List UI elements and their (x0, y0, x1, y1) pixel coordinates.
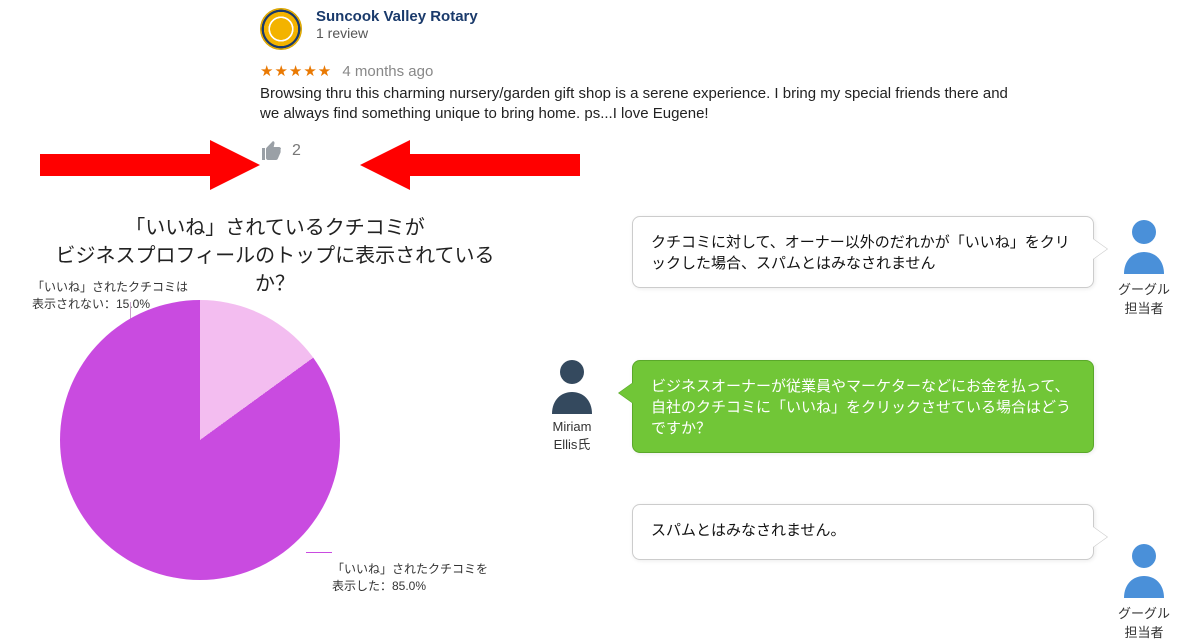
pie-chart (60, 300, 340, 580)
reviewer-name: Suncook Valley Rotary (316, 8, 478, 25)
review-header: Suncook Valley Rotary 1 review (260, 8, 1020, 50)
annotation-arrow-left (40, 140, 260, 195)
speech-tail-icon (1093, 527, 1107, 547)
person-google-1: グーグル 担当者 (1118, 218, 1170, 317)
pie-chart-graphic (60, 300, 340, 580)
person-icon (1120, 542, 1168, 598)
thumb-up-icon (260, 139, 284, 163)
speech-text: クチコミに対して、オーナー以外のだれかが「いいね」をクリックした場合、スパムとは… (651, 234, 1070, 272)
speech-bubble-google-2: スパムとはみなされません。 (632, 504, 1094, 560)
speech-text: ビジネスオーナーが従業員やマーケターなどにお金を払って、自社のクチコミに「いいね… (651, 378, 1071, 437)
person-miriam: Miriam Ellis氏 (548, 358, 596, 453)
like-count: 2 (292, 142, 301, 160)
speech-bubble-miriam: ビジネスオーナーが従業員やマーケターなどにお金を払って、自社のクチコミに「いいね… (632, 360, 1094, 453)
review-age: 4 months ago (342, 63, 433, 80)
chart-title-line1: 「いいね」されているクチコミが (125, 217, 424, 239)
reviewer-avatar (260, 8, 302, 50)
annotation-arrow-right (360, 140, 580, 195)
speech-text: スパムとはみなされません。 (651, 522, 846, 539)
arrow-left-icon (360, 140, 580, 190)
arrow-right-icon (40, 140, 260, 190)
reviewer-subtitle: 1 review (316, 25, 478, 41)
speech-tail-icon (1093, 239, 1107, 259)
pie-leader-major (306, 552, 332, 553)
person-label: グーグル 担当者 (1118, 603, 1170, 641)
reviewer-meta: Suncook Valley Rotary 1 review (316, 8, 478, 50)
speech-bubble-google-1: クチコミに対して、オーナー以外のだれかが「いいね」をクリックした場合、スパムとは… (632, 216, 1094, 288)
person-label: Miriam Ellis氏 (548, 419, 596, 453)
person-icon (548, 358, 596, 414)
person-label: グーグル 担当者 (1118, 279, 1170, 317)
review-body: Browsing thru this charming nursery/gard… (260, 84, 1020, 125)
review-rating-row: ★★★★★ 4 months ago (260, 62, 1020, 80)
star-rating-icon: ★★★★★ (260, 63, 332, 80)
speech-tail-icon (619, 383, 633, 403)
person-google-2: グーグル 担当者 (1118, 542, 1170, 641)
pie-label-major: 「いいね」されたクチコミを 表示した：85.0% (332, 560, 488, 594)
person-icon (1120, 218, 1168, 274)
